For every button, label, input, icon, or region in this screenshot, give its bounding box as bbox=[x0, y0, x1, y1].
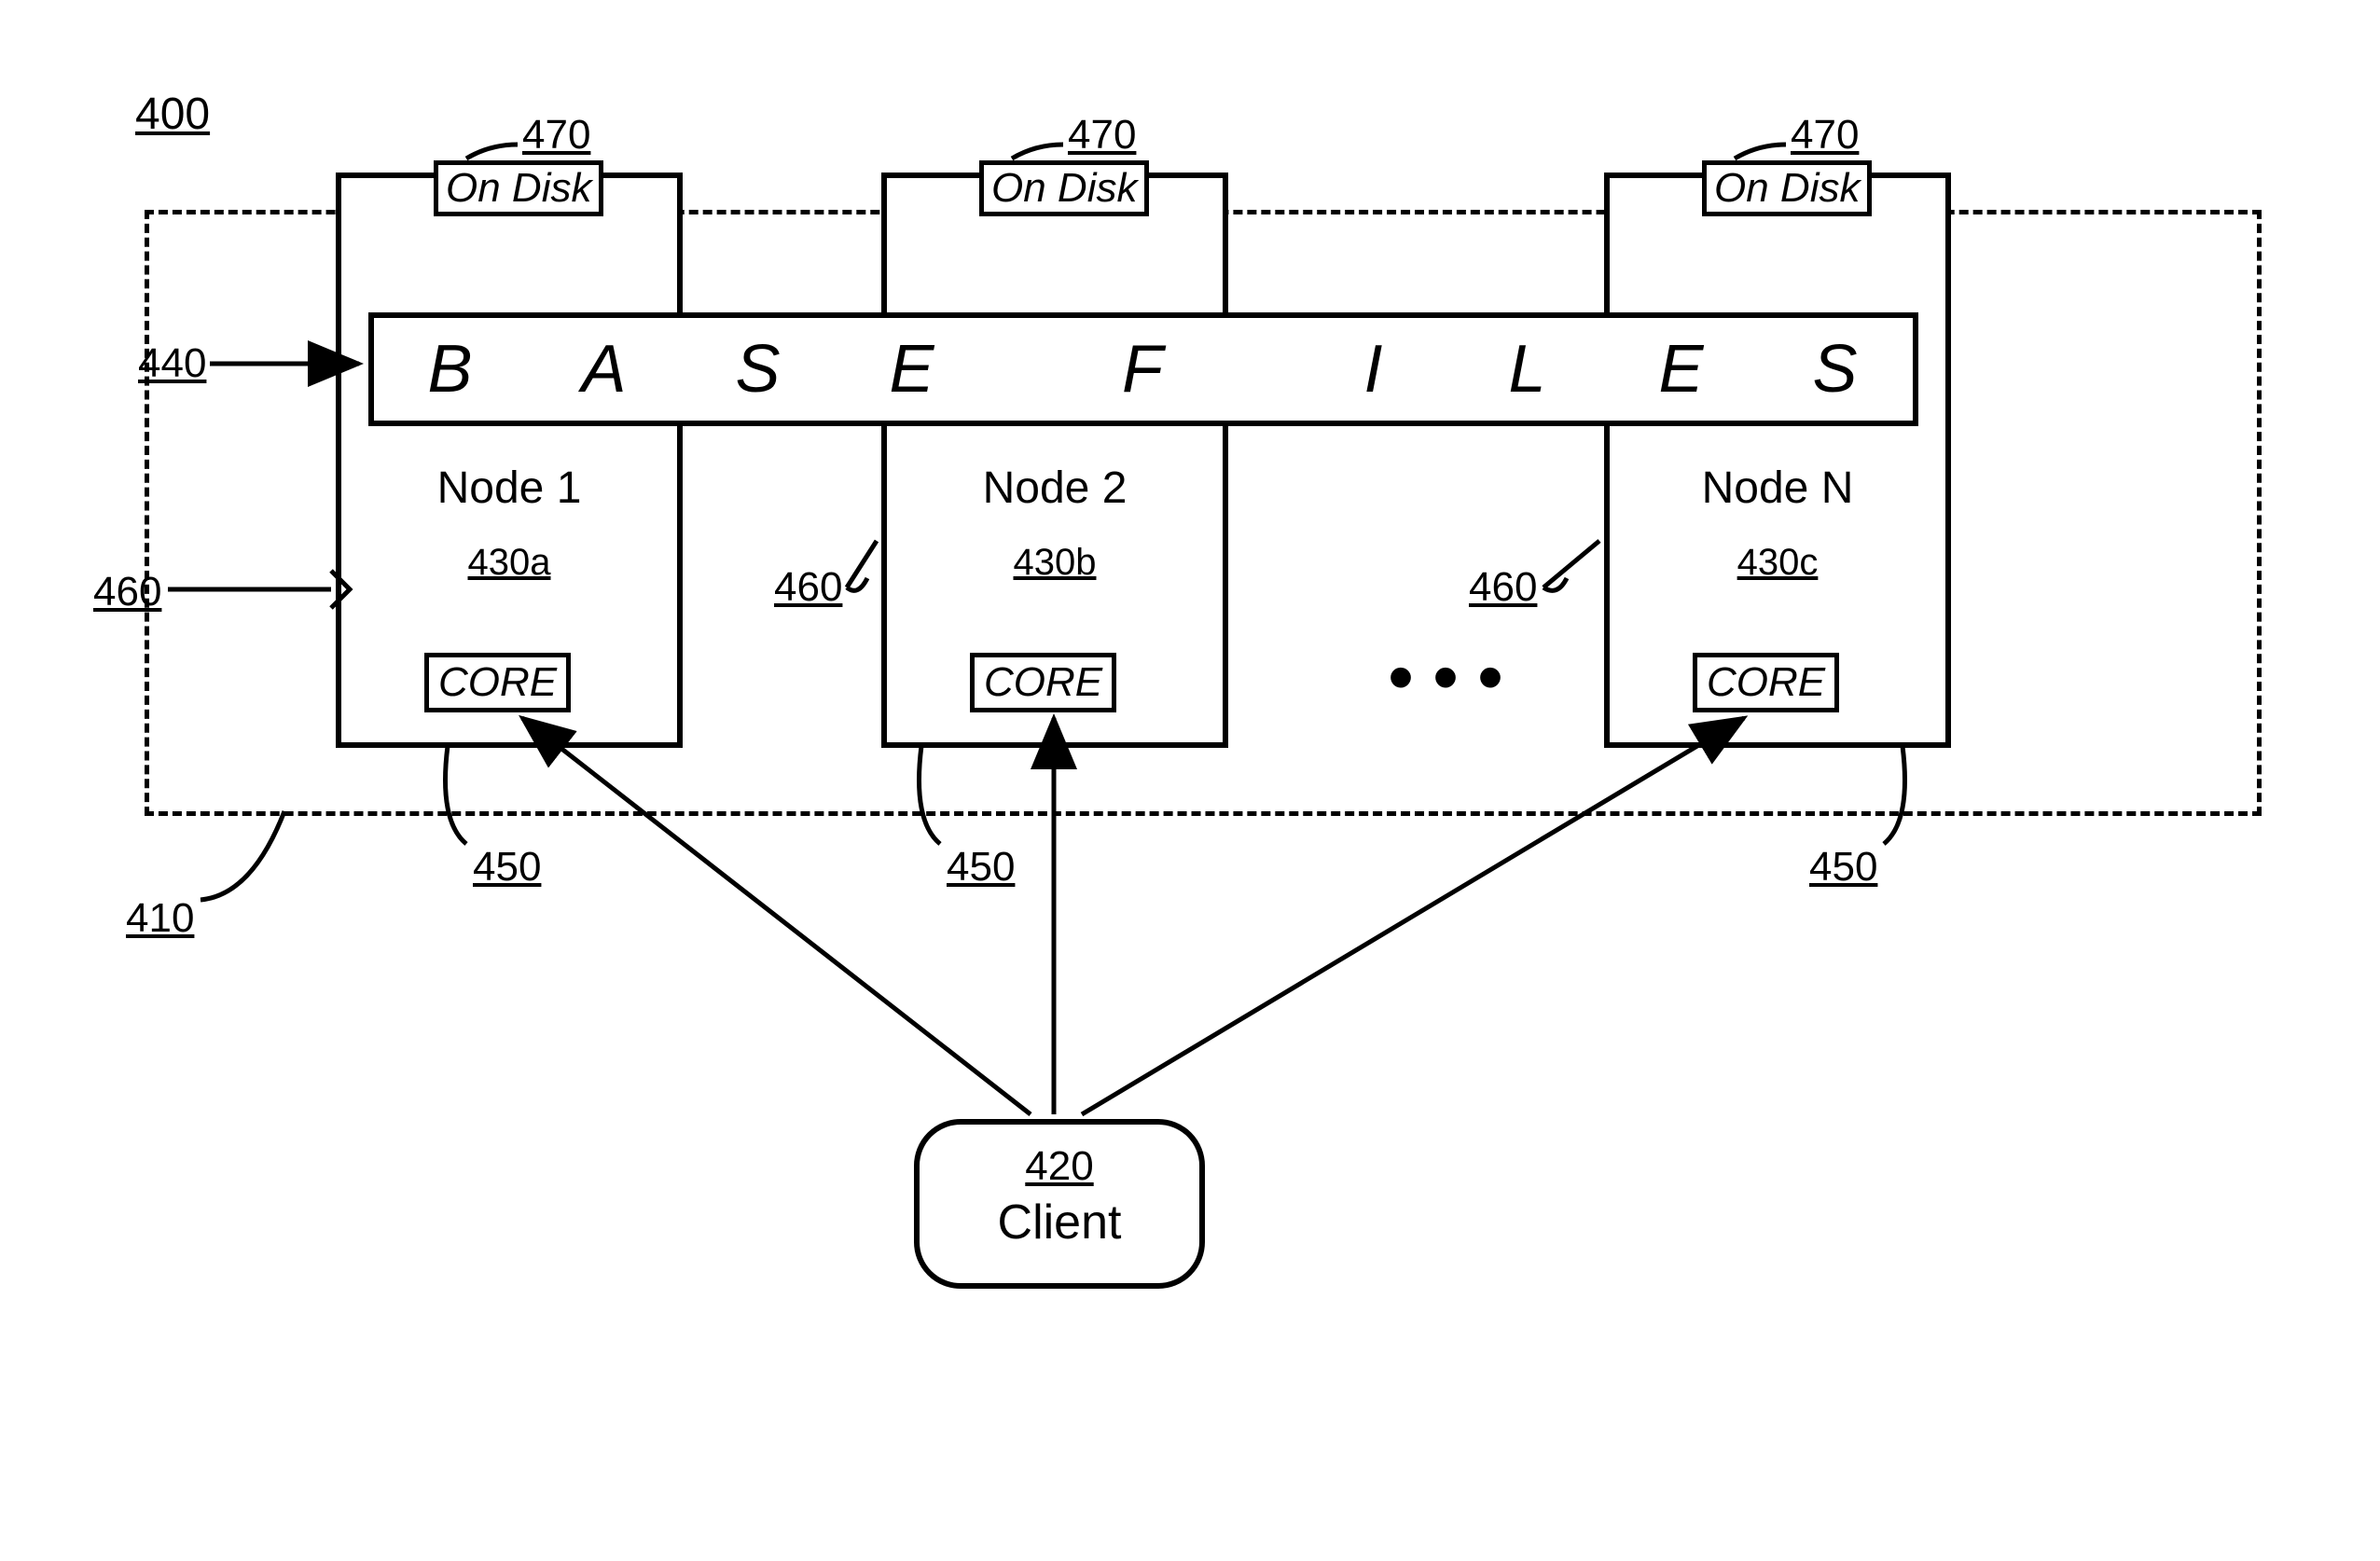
base-char: F bbox=[989, 331, 1297, 408]
ref-470-1: 470 bbox=[522, 112, 590, 159]
core-2: CORE bbox=[970, 653, 1116, 712]
ref-450-2: 450 bbox=[947, 844, 1015, 891]
base-char: E bbox=[836, 331, 989, 408]
ref-470-2: 470 bbox=[1068, 112, 1136, 159]
core-1: CORE bbox=[424, 653, 571, 712]
node-2-id: 430b bbox=[887, 542, 1223, 584]
ref-450-1: 450 bbox=[473, 844, 541, 891]
core-n: CORE bbox=[1693, 653, 1839, 712]
ref-410: 410 bbox=[126, 895, 194, 942]
dots: ••• bbox=[1388, 634, 1522, 720]
client-label: Client bbox=[920, 1195, 1199, 1250]
ref-450-3: 450 bbox=[1809, 844, 1877, 891]
client-id: 420 bbox=[920, 1143, 1199, 1190]
ref-460-3: 460 bbox=[1469, 564, 1537, 611]
ref-470-3: 470 bbox=[1791, 112, 1859, 159]
ref-440: 440 bbox=[138, 340, 206, 387]
node-1-id: 430a bbox=[341, 542, 677, 584]
base-files-strip: B A S E F I L E S bbox=[368, 312, 1918, 426]
base-char: L bbox=[1451, 331, 1605, 408]
on-disk-n: On Disk bbox=[1702, 160, 1872, 216]
node-2-title: Node 2 bbox=[887, 463, 1223, 514]
node-n-id: 430c bbox=[1610, 542, 1945, 584]
ref-460-2: 460 bbox=[774, 564, 842, 611]
on-disk-1: On Disk bbox=[434, 160, 603, 216]
base-char: A bbox=[528, 331, 682, 408]
on-disk-2: On Disk bbox=[979, 160, 1149, 216]
node-n-title: Node N bbox=[1610, 463, 1945, 514]
node-1-title: Node 1 bbox=[341, 463, 677, 514]
base-char: S bbox=[682, 331, 836, 408]
base-char: B bbox=[374, 331, 528, 408]
client-box: 420 Client bbox=[914, 1119, 1205, 1289]
ref-460-1: 460 bbox=[93, 569, 161, 615]
ref-400: 400 bbox=[135, 89, 210, 140]
base-char: S bbox=[1759, 331, 1913, 408]
base-char: I bbox=[1297, 331, 1451, 408]
base-char: E bbox=[1605, 331, 1759, 408]
